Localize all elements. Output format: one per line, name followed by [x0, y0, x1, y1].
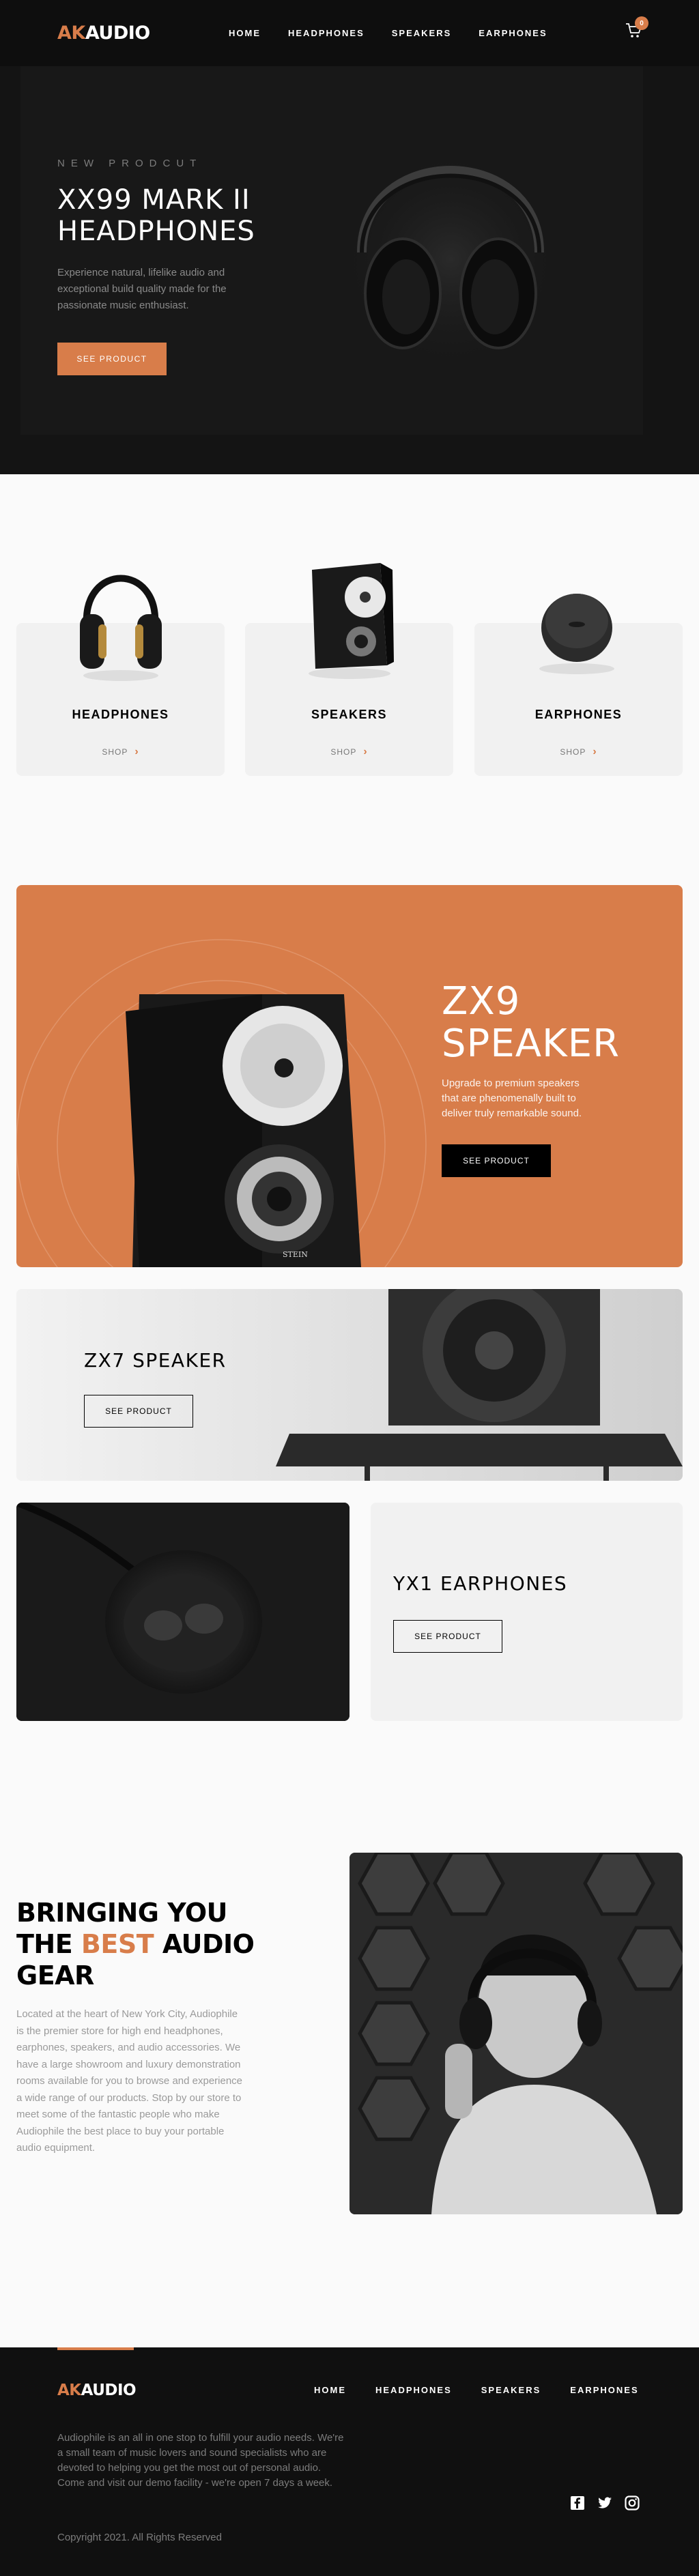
nav-speakers[interactable]: SPEAKERS — [392, 28, 452, 38]
category-name: EARPHONES — [534, 708, 623, 721]
categories-section: HEADPHONES SHOP › SPEAKERS SHOP › EARPHONE… — [0, 474, 699, 850]
footer-nav-earphones[interactable]: EARPHONES — [570, 2385, 638, 2395]
zx7-speaker-image — [16, 1289, 683, 1481]
category-shop-link[interactable]: SHOP › — [245, 746, 453, 758]
about-title: BRINGING YOU THE BEST AUDIO GEAR — [16, 1898, 255, 1991]
footer-nav-speakers[interactable]: SPEAKERS — [481, 2385, 541, 2395]
category-shop-link[interactable]: SHOP › — [474, 746, 683, 758]
twitter-icon[interactable] — [597, 2495, 613, 2511]
instagram-icon[interactable] — [624, 2495, 640, 2511]
facebook-icon[interactable] — [569, 2495, 586, 2511]
speaker-thumbnail — [309, 563, 394, 679]
top-nav: AKAUDIO HOME HEADPHONES SPEAKERS EARPHON… — [0, 0, 699, 66]
hero-section: AKAUDIO HOME HEADPHONES SPEAKERS EARPHON… — [0, 0, 699, 474]
zx9-title: ZX9 SPEAKER — [442, 979, 620, 1066]
man-with-headphones-image — [350, 1853, 683, 2214]
zx7-promo: ZX7 SPEAKER SEE PRODUCT — [16, 1289, 683, 1481]
zx9-promo: STEIN ZX9 SPEAKER Upgrade to premium spea… — [16, 885, 683, 1267]
svg-text:STEIN: STEIN — [283, 1250, 308, 1259]
footer-nav-home[interactable]: HOME — [314, 2385, 346, 2395]
footer-logo[interactable]: AKAUDIO — [57, 2382, 137, 2399]
footer-nav-headphones[interactable]: HEADPHONES — [375, 2385, 452, 2395]
nav-home[interactable]: HOME — [229, 28, 261, 38]
yx1-promo: YX1 EARPHONES SEE PRODUCT — [371, 1503, 683, 1721]
nav-earphones[interactable]: EARPHONES — [479, 28, 547, 38]
chevron-right-icon: › — [593, 746, 597, 757]
social-links — [569, 2495, 640, 2511]
yx1-title: YX1 EARPHONES — [393, 1572, 568, 1595]
zx9-description: Upgrade to premium speakers that are phe… — [442, 1077, 582, 1119]
site-footer: AKAUDIO HOME HEADPHONES SPEAKERS EARPHON… — [0, 2347, 699, 2576]
chevron-right-icon: › — [363, 746, 368, 757]
zx7-title: ZX7 SPEAKER — [84, 1349, 227, 1372]
headphones-thumbnail — [80, 575, 162, 681]
category-name: HEADPHONES — [72, 708, 169, 721]
yx1-earphones-image — [16, 1503, 350, 1721]
footer-accent-bar — [57, 2347, 134, 2350]
zx7-see-product-button[interactable]: SEE PRODUCT — [84, 1395, 193, 1428]
hero-eyebrow: NEW PRODCUT — [57, 158, 203, 169]
about-description: Located at the heart of New York City, A… — [16, 2008, 243, 2154]
hero-see-product-button[interactable]: SEE PRODUCT — [57, 343, 167, 375]
yx1-see-product-button[interactable]: SEE PRODUCT — [393, 1620, 502, 1653]
zx9-see-product-button[interactable]: SEE PRODUCT — [442, 1144, 551, 1177]
category-name: SPEAKERS — [311, 708, 388, 721]
chevron-right-icon: › — [134, 746, 139, 757]
nav-links: HOME HEADPHONES SPEAKERS EARPHONES — [229, 0, 547, 66]
hero-title: XX99 MARK II HEADPHONES — [57, 184, 255, 247]
logo[interactable]: AKAUDIO — [57, 23, 150, 44]
cart-badge: 0 — [635, 16, 648, 30]
copyright: Copyright 2021. All Rights Reserved — [57, 2532, 222, 2543]
category-shop-link[interactable]: SHOP › — [16, 746, 225, 758]
footer-description: Audiophile is an all in one stop to fulf… — [57, 2432, 344, 2489]
cart-button[interactable]: 0 — [625, 16, 648, 42]
headphones-hero-image — [341, 143, 567, 375]
nav-headphones[interactable]: HEADPHONES — [288, 28, 365, 38]
hero-description: Experience natural, lifelike audio and e… — [57, 267, 227, 311]
footer-nav: HOME HEADPHONES SPEAKERS EARPHONES — [314, 2385, 639, 2395]
hero-text: NEW PRODCUT XX99 MARK II HEADPHONES Exper… — [57, 158, 289, 375]
earphones-thumbnail — [539, 594, 614, 674]
